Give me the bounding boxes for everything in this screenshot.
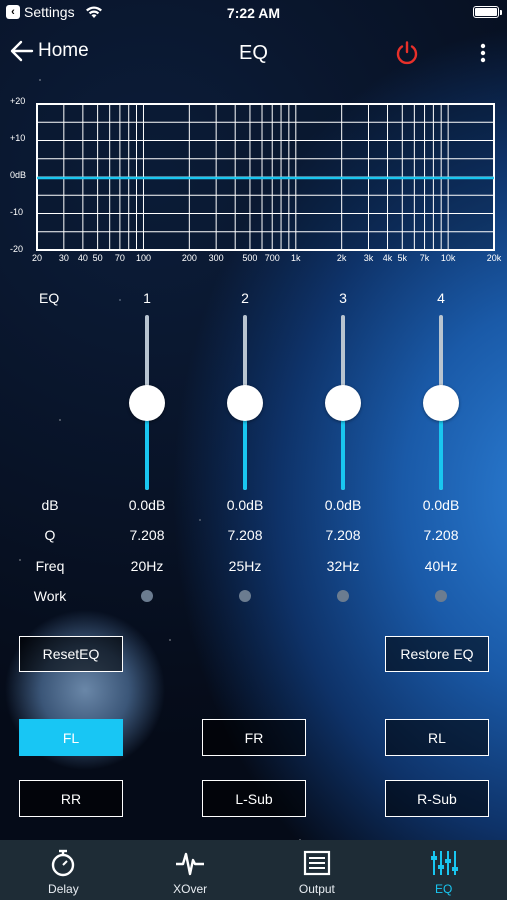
channel-button-rl[interactable]: RL bbox=[385, 719, 489, 756]
band-db-value: 0.0dB bbox=[226, 497, 264, 513]
clock: 7:22 AM bbox=[226, 5, 281, 21]
power-icon[interactable] bbox=[394, 40, 420, 66]
slider-knob[interactable] bbox=[325, 384, 361, 421]
graph-y-label: +20 bbox=[10, 96, 25, 106]
band-q-value: 7.208 bbox=[325, 527, 361, 543]
graph-x-label: 30 bbox=[59, 253, 69, 263]
tab-eq[interactable]: EQ bbox=[380, 840, 507, 900]
channel-button-fr[interactable]: FR bbox=[202, 719, 306, 756]
graph-x-label: 1k bbox=[291, 253, 301, 263]
tab-bar: Delay XOver Output EQ bbox=[0, 840, 507, 900]
band-freq-value: 20Hz bbox=[130, 558, 164, 574]
row-label-freq: Freq bbox=[35, 558, 65, 574]
band-freq-value: 32Hz bbox=[326, 558, 360, 574]
graph-x-label: 100 bbox=[136, 253, 151, 263]
tab-eq-label: EQ bbox=[434, 882, 453, 896]
band-q-value: 7.208 bbox=[227, 527, 263, 543]
slider-knob[interactable] bbox=[227, 384, 263, 421]
channel-button-l-sub[interactable]: L-Sub bbox=[202, 780, 306, 817]
band-gain-slider[interactable] bbox=[227, 315, 263, 490]
band-number: 2 bbox=[241, 290, 249, 306]
battery-icon bbox=[473, 6, 502, 18]
tab-output[interactable]: Output bbox=[254, 840, 381, 900]
graph-y-label: -10 bbox=[10, 207, 23, 217]
eq-header: EQ bbox=[39, 290, 60, 306]
band-work-indicator[interactable] bbox=[239, 590, 251, 602]
band-db-value: 0.0dB bbox=[324, 497, 362, 513]
band-gain-slider[interactable] bbox=[325, 315, 361, 490]
band-q-value: 7.208 bbox=[129, 527, 165, 543]
band-db-value: 0.0dB bbox=[422, 497, 460, 513]
graph-x-label: 3k bbox=[364, 253, 374, 263]
graph-y-label: -20 bbox=[10, 244, 23, 254]
band-number: 4 bbox=[437, 290, 445, 306]
band-work-indicator[interactable] bbox=[435, 590, 447, 602]
graph-x-label: 300 bbox=[209, 253, 224, 263]
eq-response-graph[interactable]: +20 +10 0dB -10 -20 20 30 40 50 70 100 200 300 500 70… bbox=[0, 92, 507, 267]
graph-x-label: 20 bbox=[32, 253, 42, 263]
graph-x-label: 500 bbox=[242, 253, 257, 263]
slider-knob[interactable] bbox=[423, 384, 459, 421]
graph-x-label: 200 bbox=[182, 253, 197, 263]
row-label-work: Work bbox=[33, 588, 67, 604]
waveform-icon bbox=[176, 852, 205, 876]
reset-eq-button[interactable]: ResetEQ bbox=[19, 636, 123, 672]
tab-delay-label: Delay bbox=[48, 882, 79, 896]
band-gain-slider[interactable] bbox=[423, 315, 459, 490]
tab-delay[interactable]: Delay bbox=[0, 840, 127, 900]
graph-x-label: 700 bbox=[265, 253, 280, 263]
list-icon bbox=[303, 850, 330, 876]
band-work-indicator[interactable] bbox=[337, 590, 349, 602]
channel-button-fl[interactable]: FL bbox=[19, 719, 123, 756]
graph-x-label: 40 bbox=[78, 253, 88, 263]
graph-x-label: 4k bbox=[383, 253, 393, 263]
band-freq-value: 40Hz bbox=[424, 558, 458, 574]
tab-xover[interactable]: XOver bbox=[127, 840, 254, 900]
graph-x-label: 7k bbox=[420, 253, 430, 263]
band-number: 1 bbox=[143, 290, 151, 306]
status-bar: ‹ Settings 7:22 AM bbox=[0, 0, 507, 26]
band-db-value: 0.0dB bbox=[128, 497, 166, 513]
restore-eq-button[interactable]: Restore EQ bbox=[385, 636, 489, 672]
row-label-q: Q bbox=[44, 527, 56, 543]
graph-x-label: 10k bbox=[441, 253, 456, 263]
band-gain-slider[interactable] bbox=[129, 315, 165, 490]
more-menu-icon[interactable] bbox=[474, 40, 492, 66]
nav-bar: Home EQ bbox=[0, 36, 507, 70]
equalizer-icon bbox=[430, 851, 458, 875]
channel-button-rr[interactable]: RR bbox=[19, 780, 123, 817]
graph-x-label: 50 bbox=[93, 253, 103, 263]
graph-y-label: 0dB bbox=[10, 170, 26, 180]
graph-x-label: 5k bbox=[398, 253, 408, 263]
graph-x-label: 70 bbox=[115, 253, 125, 263]
tab-output-label: Output bbox=[298, 882, 335, 896]
row-label-db: dB bbox=[41, 497, 59, 513]
graph-y-label: +10 bbox=[10, 133, 25, 143]
page-title: EQ bbox=[239, 42, 268, 64]
band-number: 3 bbox=[339, 290, 347, 306]
graph-x-label: 20k bbox=[487, 253, 502, 263]
tab-xover-label: XOver bbox=[173, 882, 208, 896]
band-work-indicator[interactable] bbox=[141, 590, 153, 602]
band-q-value: 7.208 bbox=[423, 527, 459, 543]
slider-knob[interactable] bbox=[129, 384, 165, 421]
channel-button-r-sub[interactable]: R-Sub bbox=[385, 780, 489, 817]
stopwatch-icon bbox=[52, 849, 75, 877]
graph-x-label: 2k bbox=[337, 253, 347, 263]
band-freq-value: 25Hz bbox=[228, 558, 262, 574]
